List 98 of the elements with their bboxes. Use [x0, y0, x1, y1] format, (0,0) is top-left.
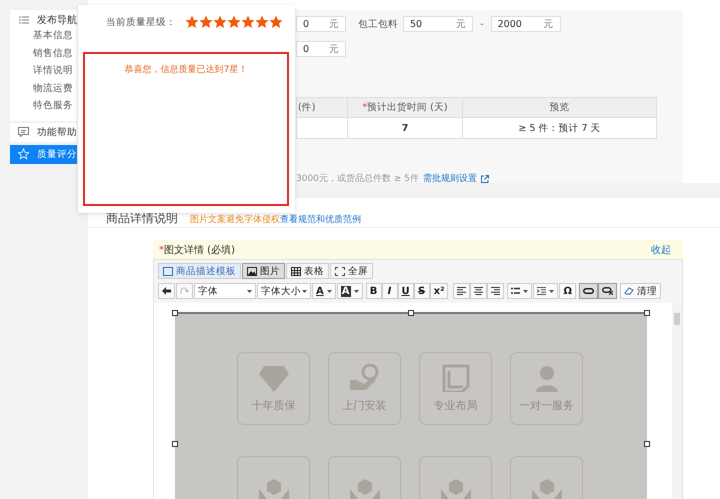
format-button[interactable]: B	[366, 283, 382, 299]
indent-button[interactable]	[533, 283, 558, 299]
rating-star	[199, 15, 213, 29]
resize-handle[interactable]	[644, 310, 650, 316]
rating-star	[213, 15, 227, 29]
star-icon	[18, 148, 29, 160]
list-icon	[19, 16, 29, 24]
undo-button[interactable]	[158, 283, 175, 299]
tile-label: 专业布局	[434, 398, 478, 413]
column-header: (件)	[296, 98, 348, 118]
example-link[interactable]: 查看规范和优质范例	[280, 213, 361, 226]
nav-item[interactable]: 详情说明	[10, 62, 77, 80]
rating-star	[241, 15, 255, 29]
format-button[interactable]: x²	[430, 283, 448, 299]
rating-star	[185, 15, 199, 29]
table-icon	[291, 266, 301, 276]
caret-icon	[354, 290, 358, 292]
price-input[interactable]: 0 元	[296, 16, 346, 32]
price-input[interactable]: 2000 元	[490, 16, 561, 32]
caret-icon	[549, 290, 554, 292]
nav-item[interactable]: 物流运费	[10, 80, 77, 98]
format-button[interactable]: I	[382, 283, 398, 299]
rule-link[interactable]: 需批规则设置	[422, 172, 477, 185]
editor-tab[interactable]: 全屏	[330, 263, 373, 279]
unlink-button[interactable]	[598, 283, 617, 299]
menu-item[interactable]: 功能帮助	[10, 122, 77, 142]
template-icon	[163, 266, 173, 276]
undo-icon	[162, 287, 171, 295]
range-separator: -	[480, 18, 484, 30]
chat-icon	[18, 127, 29, 138]
font-select[interactable]: 字体	[194, 283, 256, 299]
resize-handle[interactable]	[644, 441, 650, 447]
service-icon	[350, 478, 380, 499]
font-color-button[interactable]: A	[312, 283, 336, 299]
column-header: *预计出货时间 (天)	[348, 98, 462, 118]
format-button[interactable]: S	[414, 283, 430, 299]
bullet-list-icon	[511, 287, 520, 295]
nav-item[interactable]: 特色服务	[10, 97, 77, 115]
special-char-button[interactable]: Ω	[559, 283, 576, 299]
column-header: 预览	[462, 98, 656, 118]
caret-icon	[523, 290, 528, 292]
warning-text: 图片文案避免字体侵权	[190, 213, 280, 226]
caret-icon	[247, 290, 252, 292]
link-button[interactable]	[578, 283, 598, 299]
format-button[interactable]: U	[398, 283, 414, 299]
collapse-link[interactable]: 收起	[651, 242, 671, 256]
field-label: 包工包料	[358, 18, 398, 30]
resize-handle[interactable]	[172, 441, 178, 447]
caret-icon	[326, 290, 332, 292]
resize-handle[interactable]	[408, 310, 414, 316]
nav-item[interactable]: 基本信息	[10, 27, 77, 45]
highlight-button[interactable]: A	[336, 283, 362, 299]
service-icon	[258, 364, 288, 392]
image-icon	[247, 266, 257, 276]
congrats-message: 恭喜您，信息质量已达到7星！	[124, 65, 248, 75]
service-icon	[440, 364, 470, 392]
align-icon	[474, 287, 484, 295]
scrollbar[interactable]	[672, 303, 682, 499]
service-icon	[350, 364, 380, 392]
list-button[interactable]	[507, 283, 532, 299]
fullscreen-icon	[335, 266, 345, 276]
align-button[interactable]	[453, 283, 470, 299]
rating-star	[227, 15, 241, 29]
price-input[interactable]: 0 元	[296, 41, 346, 57]
tile-label: 十年质保	[252, 398, 296, 413]
font-size-select[interactable]: 字体大小	[257, 283, 311, 299]
indent-icon	[537, 287, 546, 295]
service-icon	[440, 478, 470, 499]
editor-title: *图文详情 (必填)	[159, 244, 235, 256]
menu-item[interactable]: 质量评分	[10, 144, 77, 164]
service-icon	[258, 478, 288, 499]
nav-title: 发布导航	[37, 14, 77, 27]
link-icon	[582, 288, 594, 294]
align-icon	[457, 287, 466, 295]
tile-label: 一对一服务	[519, 398, 574, 413]
external-link-icon	[480, 174, 489, 182]
resize-handle[interactable]	[172, 310, 178, 316]
nav-item[interactable]: 销售信息	[10, 44, 77, 62]
editor-tab[interactable]: 图片	[242, 263, 285, 279]
align-button[interactable]	[487, 283, 504, 299]
editor-tab[interactable]: 商品描述模板	[158, 263, 241, 279]
unlink-icon	[602, 287, 613, 295]
service-icon	[532, 478, 562, 499]
clear-format-button[interactable]: 清理	[620, 283, 661, 299]
eraser-icon	[624, 287, 634, 295]
table-cell: ≥ 5 件：预计 7 天	[462, 118, 656, 138]
tile-label: 上门安装	[342, 398, 386, 413]
align-button[interactable]	[470, 283, 488, 299]
rating-star	[255, 15, 269, 29]
caret-icon	[302, 290, 307, 292]
align-icon	[491, 287, 500, 295]
editor-tab[interactable]: 表格	[286, 263, 329, 279]
redo-icon	[180, 287, 189, 295]
note-text: 3000元，或货品总件数 ≥ 5件	[296, 172, 419, 185]
quality-label: 当前质量星级：	[106, 16, 176, 28]
table-cell: 7	[348, 118, 462, 138]
price-input[interactable]: 50 元	[403, 16, 473, 32]
rating-star	[269, 15, 283, 29]
